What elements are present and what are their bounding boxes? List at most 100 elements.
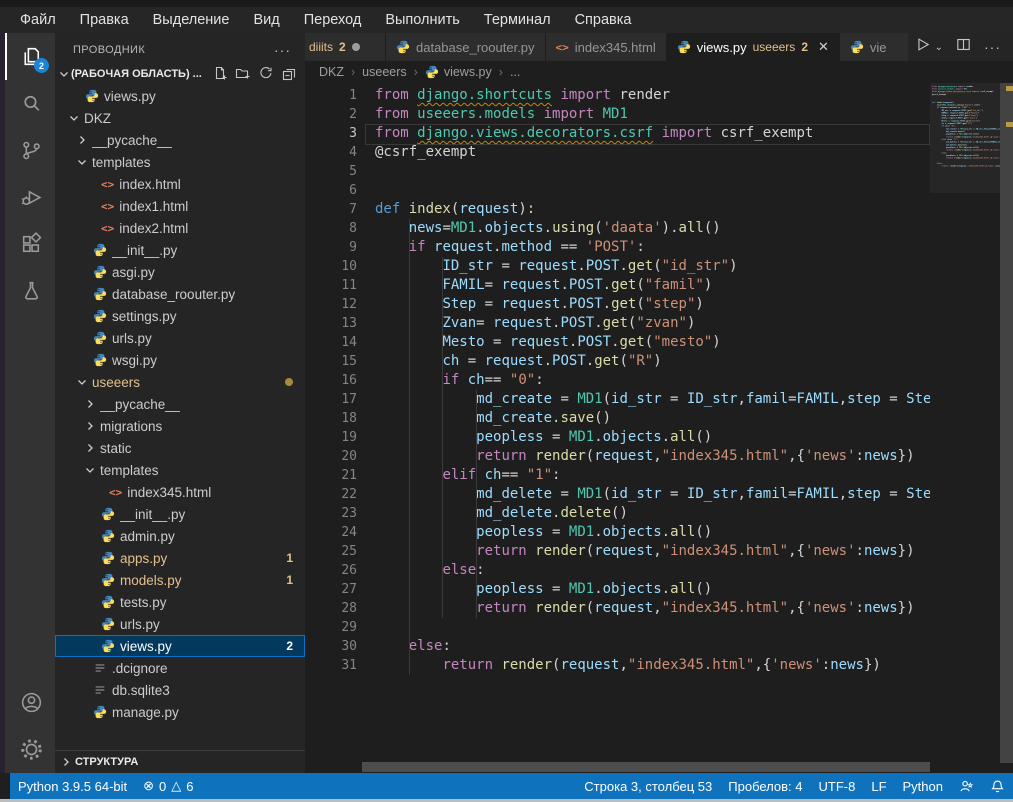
code-line[interactable]: 8 news=MD1.objects.using('daata').all(): [305, 219, 930, 238]
split-editor-icon[interactable]: [955, 36, 972, 58]
tree-item-DKZ[interactable]: DKZ: [55, 107, 305, 129]
code-line[interactable]: 16 if ch== "0":: [305, 371, 930, 390]
workspace-section-header[interactable]: (РАБОЧАЯ ОБЛАСТЬ) ...: [55, 63, 305, 85]
code-line[interactable]: 23 md_delete.delete(): [305, 504, 930, 523]
code-line[interactable]: 27 peopless = MD1.objects.all(): [305, 580, 930, 599]
menu-item-Выполнить[interactable]: Выполнить: [373, 10, 471, 30]
tree-item-urls.py[interactable]: urls.py: [55, 327, 305, 349]
code-line[interactable]: 2from useeers.models import MD1: [305, 105, 930, 124]
tree-item-static[interactable]: static: [55, 437, 305, 459]
code-line[interactable]: 17 md_create = MD1(id_str = ID_str,famil…: [305, 390, 930, 409]
code-line[interactable]: 3from django.views.decorators.csrf impor…: [305, 124, 930, 143]
tree-item-__init__.py[interactable]: __init__.py: [55, 503, 305, 525]
encoding[interactable]: UTF-8: [811, 779, 864, 794]
menu-item-Вид[interactable]: Вид: [241, 10, 291, 30]
code-line[interactable]: 1from django.shortcuts import render: [305, 86, 930, 105]
feedback-icon[interactable]: [951, 779, 982, 794]
code-line[interactable]: 9 if request.method == 'POST':: [305, 238, 930, 257]
tree-item-apps.py[interactable]: apps.py1: [55, 547, 305, 569]
tree-item-index2.html[interactable]: <>index2.html: [55, 217, 305, 239]
tree-item-views.py[interactable]: views.py: [55, 85, 305, 107]
code-line[interactable]: 7def index(request):: [305, 200, 930, 219]
language-mode[interactable]: Python: [895, 779, 951, 794]
problems-indicator[interactable]: ⊗0 △6: [135, 778, 201, 794]
tree-item-migrations[interactable]: migrations: [55, 415, 305, 437]
tree-item-wsgi.py[interactable]: wsgi.py: [55, 349, 305, 371]
tree-item-__init__.py[interactable]: __init__.py: [55, 239, 305, 261]
tab-index345.html[interactable]: <>index345.html: [546, 33, 667, 61]
code-editor[interactable]: 1from django.shortcuts import render2fro…: [305, 83, 930, 773]
tree-item-useeers[interactable]: useeers: [55, 371, 305, 393]
code-line[interactable]: 4@csrf_exempt: [305, 143, 930, 162]
tree-item-index1.html[interactable]: <>index1.html: [55, 195, 305, 217]
tree-item-models.py[interactable]: models.py1: [55, 569, 305, 591]
code-line[interactable]: 15 ch = request.POST.get("R"): [305, 352, 930, 371]
breadcrumb-item[interactable]: ...: [510, 65, 520, 79]
code-line[interactable]: 11 FAMIL= request.POST.get("famil"): [305, 276, 930, 295]
tree-item-.dcignore[interactable]: .dcignore: [55, 657, 305, 679]
new-folder-icon[interactable]: [235, 65, 251, 84]
search-icon[interactable]: [5, 80, 55, 127]
code-line[interactable]: 31 return render(request,"index345.html"…: [305, 656, 930, 675]
code-line[interactable]: 6: [305, 181, 930, 200]
run-debug-icon[interactable]: [5, 174, 55, 221]
editor-more-icon[interactable]: ···: [984, 39, 1001, 55]
tree-item-index345.html[interactable]: <>index345.html: [55, 481, 305, 503]
tree-item-tests.py[interactable]: tests.py: [55, 591, 305, 613]
code-line[interactable]: 5: [305, 162, 930, 181]
code-line[interactable]: 19 peopless = MD1.objects.all(): [305, 428, 930, 447]
breadcrumb-item-file[interactable]: views.py: [425, 65, 492, 79]
menu-item-Выделение[interactable]: Выделение: [141, 10, 242, 30]
code-line[interactable]: 10 ID_str = request.POST.get("id_str"): [305, 257, 930, 276]
tree-item-admin.py[interactable]: admin.py: [55, 525, 305, 547]
tree-item-index.html[interactable]: <>index.html: [55, 173, 305, 195]
menu-item-Справка[interactable]: Справка: [563, 10, 644, 30]
tree-item-__pycache__[interactable]: __pycache__: [55, 129, 305, 151]
tree-item-settings.py[interactable]: settings.py: [55, 305, 305, 327]
code-line[interactable]: 29: [305, 618, 930, 637]
tree-item-views.py[interactable]: views.py2: [55, 635, 305, 657]
tab-diiits[interactable]: diiits2: [305, 33, 386, 61]
minimap[interactable]: from django.shortcuts import renderfrom …: [930, 83, 1000, 773]
menu-item-Файл[interactable]: Файл: [8, 10, 68, 30]
run-dropdown-chevron-icon[interactable]: ⌄: [935, 42, 943, 53]
tree-item-db.sqlite3[interactable]: db.sqlite3: [55, 679, 305, 701]
extensions-icon[interactable]: [5, 221, 55, 268]
tree-item-database_roouter.py[interactable]: database_roouter.py: [55, 283, 305, 305]
tree-item-templates[interactable]: templates: [55, 459, 305, 481]
breadcrumb-item[interactable]: useeers: [362, 65, 406, 79]
testing-icon[interactable]: [5, 268, 55, 315]
code-line[interactable]: 30 else:: [305, 637, 930, 656]
menu-item-Переход[interactable]: Переход: [292, 10, 374, 30]
tree-item-manage.py[interactable]: manage.py: [55, 701, 305, 723]
horizontal-scrollbar[interactable]: [362, 762, 930, 772]
tree-item-urls.py[interactable]: urls.py: [55, 613, 305, 635]
new-file-icon[interactable]: [212, 65, 228, 84]
tab-vie[interactable]: vie: [840, 33, 908, 61]
tab-views.py[interactable]: views.pyuseeers2✕: [667, 33, 840, 61]
tree-item-__pycache__[interactable]: __pycache__: [55, 393, 305, 415]
code-line[interactable]: 26 else:: [305, 561, 930, 580]
code-line[interactable]: 14 Mesto = request.POST.get("mesto"): [305, 333, 930, 352]
code-line[interactable]: 22 md_delete = MD1(id_str = ID_str,famil…: [305, 485, 930, 504]
breadcrumb-item[interactable]: DKZ: [319, 65, 344, 79]
code-line[interactable]: 18 md_create.save(): [305, 409, 930, 428]
outline-section-header[interactable]: СТРУКТУРА: [55, 750, 305, 773]
source-control-icon[interactable]: [5, 127, 55, 174]
collapse-all-icon[interactable]: [281, 65, 297, 84]
cursor-position[interactable]: Строка 3, столбец 53: [576, 779, 720, 794]
settings-gear-icon[interactable]: [5, 726, 55, 773]
code-line[interactable]: 28 return render(request,"index345.html"…: [305, 599, 930, 618]
tree-item-asgi.py[interactable]: asgi.py: [55, 261, 305, 283]
code-line[interactable]: 24 peopless = MD1.objects.all(): [305, 523, 930, 542]
code-line[interactable]: 21 elif ch== "1":: [305, 466, 930, 485]
close-icon[interactable]: ✕: [818, 39, 829, 55]
refresh-icon[interactable]: [258, 65, 274, 84]
tab-database_roouter.py[interactable]: database_roouter.py: [386, 33, 546, 61]
account-icon[interactable]: [5, 679, 55, 726]
sidebar-more-icon[interactable]: ···: [274, 42, 291, 58]
indentation[interactable]: Пробелов: 4: [720, 779, 810, 794]
menu-item-Правка[interactable]: Правка: [68, 10, 141, 30]
run-button[interactable]: [914, 36, 931, 58]
python-interpreter[interactable]: Python 3.9.5 64-bit: [10, 779, 135, 794]
